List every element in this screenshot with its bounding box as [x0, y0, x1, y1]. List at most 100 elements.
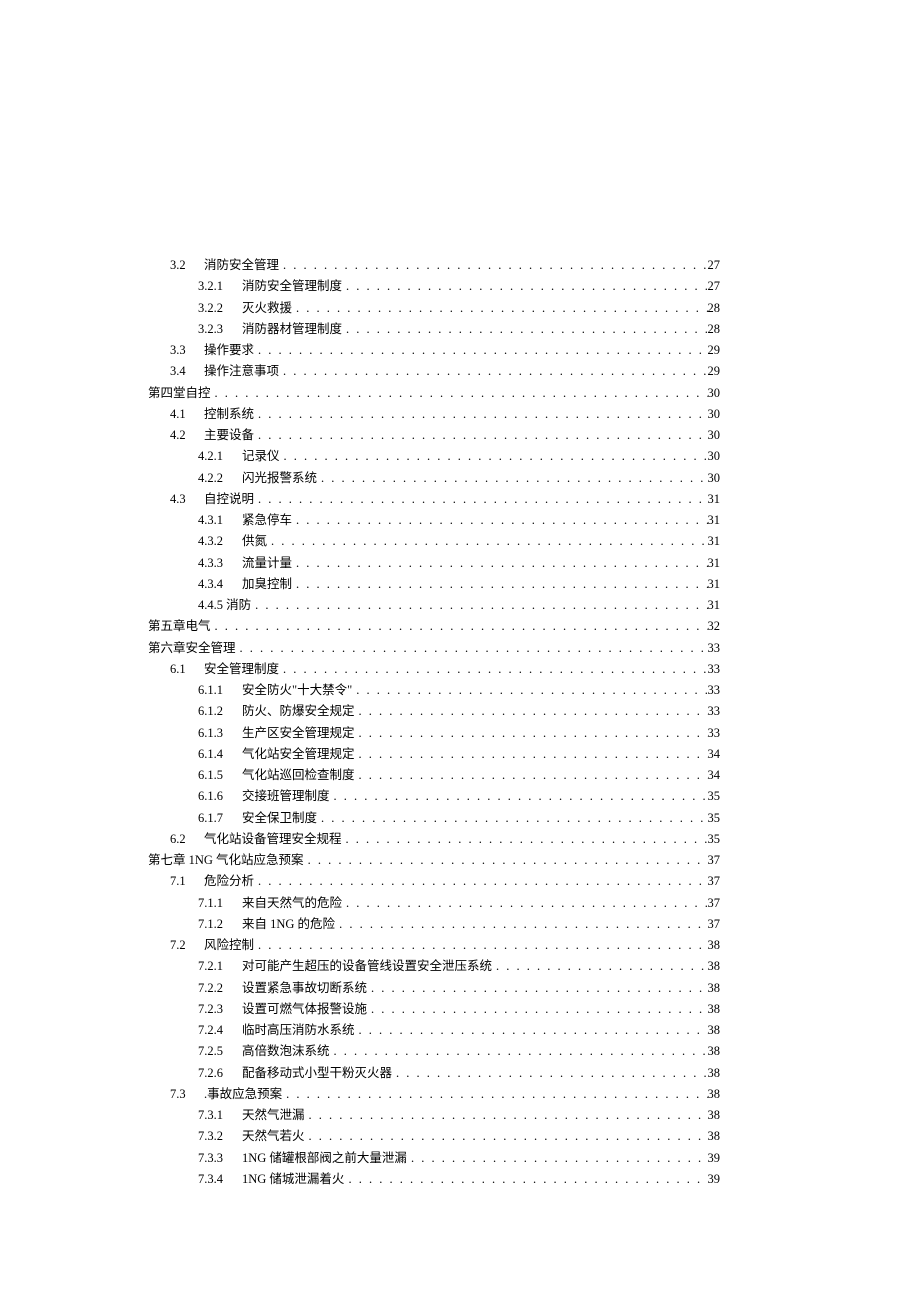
toc-entry-page: 30: [708, 468, 721, 489]
toc-entry-page: 33: [708, 723, 721, 744]
toc-entry-title: 闪光报警系统: [242, 471, 317, 485]
toc-leader-dots: . . . . . . . . . . . . . . . . . . . . …: [279, 361, 707, 382]
toc-leader-dots: . . . . . . . . . . . . . . . . . . . . …: [292, 574, 707, 595]
toc-entry-page: 31: [708, 595, 721, 616]
toc-entry: 第五章电气. . . . . . . . . . . . . . . . . .…: [148, 616, 720, 637]
toc-entry-label: 3.2.3消防器材管理制度: [198, 319, 342, 340]
toc-entry-title: 风险控制: [204, 938, 254, 952]
toc-entry-title: 设置可燃气体报警设施: [242, 1002, 367, 1016]
toc-entry-title: 高倍数泡沫系统: [242, 1044, 330, 1058]
toc-leader-dots: . . . . . . . . . . . . . . . . . . . . …: [342, 319, 707, 340]
toc-leader-dots: . . . . . . . . . . . . . . . . . . . . …: [342, 893, 707, 914]
toc-leader-dots: . . . . . . . . . . . . . . . . . . . . …: [367, 978, 707, 999]
toc-entry-title: 安全防火"十大禁令": [242, 683, 352, 697]
toc-entry: 3.2.1消防安全管理制度. . . . . . . . . . . . . .…: [148, 276, 720, 297]
toc-leader-dots: . . . . . . . . . . . . . . . . . . . . …: [335, 914, 707, 935]
toc-entry-title: 灭火救援: [242, 301, 292, 315]
toc-leader-dots: . . . . . . . . . . . . . . . . . . . . …: [280, 446, 708, 467]
toc-leader-dots: . . . . . . . . . . . . . . . . . . . . …: [355, 744, 708, 765]
toc-entry-label: 4.2.2闪光报警系统: [198, 468, 317, 489]
toc-entry-title: 配备移动式小型干粉灭火器: [242, 1066, 392, 1080]
toc-entry-page: 35: [708, 786, 721, 807]
toc-entry-page: 31: [708, 553, 721, 574]
toc-entry: 6.1.1安全防火"十大禁令". . . . . . . . . . . . .…: [148, 680, 720, 701]
document-page: 3.2消防安全管理 . . . . . . . . . . . . . . . .…: [0, 0, 920, 1301]
toc-entry-page: 30: [708, 383, 721, 404]
toc-leader-dots: . . . . . . . . . . . . . . . . . . . . …: [342, 276, 707, 297]
toc-entry: 3.2.3消防器材管理制度. . . . . . . . . . . . . .…: [148, 319, 720, 340]
toc-entry-title: 天然气若火: [242, 1129, 305, 1143]
toc-entry: 3.2消防安全管理. . . . . . . . . . . . . . . .…: [148, 255, 720, 276]
toc-entry: 6.1.4气化站安全管理规定. . . . . . . . . . . . . …: [148, 744, 720, 765]
toc-entry-title: 来自天然气的危险: [242, 896, 342, 910]
toc-entry: 4.3.4加臭控制. . . . . . . . . . . . . . . .…: [148, 574, 720, 595]
toc-entry-label: 7.3.41NG 储城泄漏着火: [198, 1169, 344, 1190]
toc-entry-title: 自控说明: [204, 492, 254, 506]
toc-entry: 7.2风险控制. . . . . . . . . . . . . . . . .…: [148, 935, 720, 956]
toc-entry-page: 38: [708, 1084, 721, 1105]
toc-entry-page: 38: [708, 1020, 721, 1041]
toc-entry: 7.1.1来自天然气的危险. . . . . . . . . . . . . .…: [148, 893, 720, 914]
toc-leader-dots: . . . . . . . . . . . . . . . . . . . . …: [211, 383, 708, 404]
toc-entry-title: 加臭控制: [242, 577, 292, 591]
toc-entry: 3.4操作注意事项. . . . . . . . . . . . . . . .…: [148, 361, 720, 382]
toc-entry: 4.3.2供氮. . . . . . . . . . . . . . . . .…: [148, 531, 720, 552]
toc-entry-page: 38: [708, 1041, 721, 1062]
toc-entry: 第六章安全管理. . . . . . . . . . . . . . . . .…: [148, 638, 720, 659]
toc-leader-dots: . . . . . . . . . . . . . . . . . . . . …: [352, 680, 707, 701]
toc-entry-page: 38: [708, 999, 721, 1020]
toc-entry: 4.2主要设备. . . . . . . . . . . . . . . . .…: [148, 425, 720, 446]
toc-entry-label: 6.1.6交接班管理制度: [198, 786, 330, 807]
toc-entry-title: 气化站设备管理安全规程: [204, 832, 342, 846]
toc-entry-page: 39: [708, 1148, 721, 1169]
toc-entry: 7.3.1天然气泄漏. . . . . . . . . . . . . . . …: [148, 1105, 720, 1126]
toc-entry-page: 32: [708, 616, 721, 637]
toc-entry: 7.1.2来自 1NG 的危险. . . . . . . . . . . . .…: [148, 914, 720, 935]
toc-entry-title: .事故应急预案: [204, 1087, 282, 1101]
toc-entry-page: 31: [708, 531, 721, 552]
toc-entry-page: 28: [708, 319, 721, 340]
toc-entry-page: 37: [708, 914, 721, 935]
toc-leader-dots: . . . . . . . . . . . . . . . . . . . . …: [355, 701, 708, 722]
toc-entry: 6.1.5气化站巡回检查制度. . . . . . . . . . . . . …: [148, 765, 720, 786]
toc-leader-dots: . . . . . . . . . . . . . . . . . . . . …: [305, 1126, 708, 1147]
toc-entry-title: 第五章电气: [148, 619, 211, 633]
toc-leader-dots: . . . . . . . . . . . . . . . . . . . . …: [355, 765, 708, 786]
toc-entry: 6.1.3生产区安全管理规定. . . . . . . . . . . . . …: [148, 723, 720, 744]
toc-leader-dots: . . . . . . . . . . . . . . . . . . . . …: [304, 850, 708, 871]
toc-entry-title: 安全管理制度: [204, 662, 279, 676]
toc-leader-dots: . . . . . . . . . . . . . . . . . . . . …: [254, 871, 707, 892]
toc-leader-dots: . . . . . . . . . . . . . . . . . . . . …: [236, 638, 708, 659]
toc-entry: 7.3.31NG 储罐根部阀之前大量泄漏. . . . . . . . . . …: [148, 1148, 720, 1169]
toc-entry-label: 6.1.3生产区安全管理规定: [198, 723, 355, 744]
toc-entry: 6.1.6交接班管理制度. . . . . . . . . . . . . . …: [148, 786, 720, 807]
toc-entry-page: 28: [708, 298, 721, 319]
toc-entry-label: 4.3自控说明: [170, 489, 254, 510]
toc-leader-dots: . . . . . . . . . . . . . . . . . . . . …: [492, 956, 707, 977]
toc-entry-label: 7.2.1对可能产生超压的设备管线设置安全泄压系统: [198, 956, 492, 977]
toc-entry-label: 3.2消防安全管理: [170, 255, 279, 276]
toc-entry-title: 生产区安全管理规定: [242, 726, 355, 740]
toc-entry: 3.3操作要求. . . . . . . . . . . . . . . . .…: [148, 340, 720, 361]
toc-entry-page: 31: [708, 574, 721, 595]
toc-entry-label: 6.1安全管理制度: [170, 659, 279, 680]
toc-leader-dots: . . . . . . . . . . . . . . . . . . . . …: [330, 786, 708, 807]
toc-entry: 4.2.2闪光报警系统. . . . . . . . . . . . . . .…: [148, 468, 720, 489]
toc-entry-label: 6.1.7安全保卫制度: [198, 808, 317, 829]
toc-leader-dots: . . . . . . . . . . . . . . . . . . . . …: [392, 1063, 707, 1084]
toc-entry-page: 38: [708, 1063, 721, 1084]
toc-entry-title: 1NG 储城泄漏着火: [242, 1172, 344, 1186]
toc-entry-page: 38: [708, 956, 721, 977]
toc-entry-label: 4.3.4加臭控制: [198, 574, 292, 595]
toc-entry: 7.2.4临时高压消防水系统. . . . . . . . . . . . . …: [148, 1020, 720, 1041]
toc-entry-label: 7.1.1来自天然气的危险: [198, 893, 342, 914]
toc-entry-page: 27: [708, 276, 721, 297]
toc-entry-label: 7.1.2来自 1NG 的危险: [198, 914, 335, 935]
toc-entry-title: 危险分析: [204, 874, 254, 888]
toc-entry-label: 第七章 1NG 气化站应急预案: [148, 850, 304, 871]
toc-entry-label: 7.3.事故应急预案: [170, 1084, 282, 1105]
toc-entry-label: 第四堂自控: [148, 383, 211, 404]
toc-leader-dots: . . . . . . . . . . . . . . . . . . . . …: [407, 1148, 708, 1169]
toc-entry-page: 30: [708, 446, 721, 467]
toc-entry-title: 操作要求: [204, 343, 254, 357]
